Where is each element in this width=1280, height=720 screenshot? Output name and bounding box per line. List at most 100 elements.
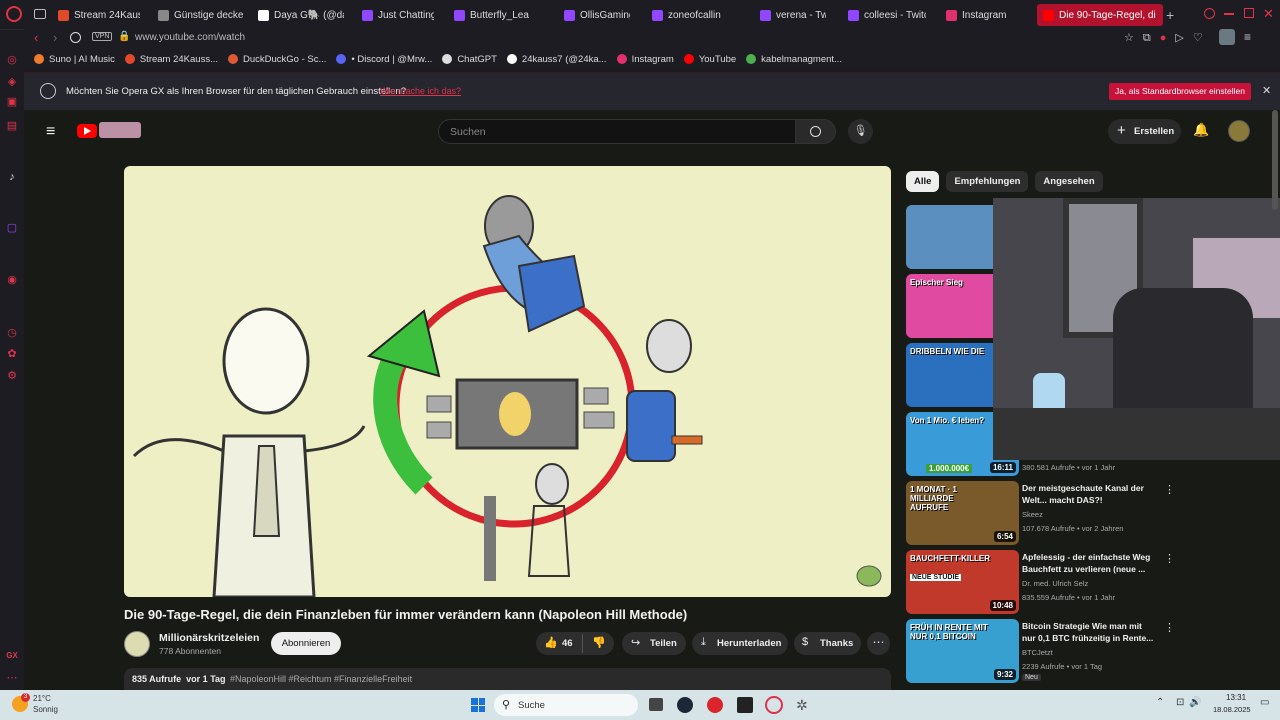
search-button[interactable]	[795, 119, 836, 144]
recommended-title[interactable]: Der meistgeschaute Kanal der Welt... mac…	[1022, 482, 1154, 506]
browser-tab[interactable]: Günstige decken	[152, 4, 244, 26]
browser-tab[interactable]: Butterfly_Lea	[448, 4, 544, 26]
like-icon[interactable]: 👍	[544, 636, 558, 649]
notification-center-icon[interactable]: ▭	[1260, 697, 1269, 708]
bookmark-item[interactable]: DuckDuckGo - Sc...	[228, 54, 326, 65]
maximize-icon[interactable]	[1244, 8, 1254, 18]
app-icon[interactable]	[737, 697, 753, 713]
bookmark-item[interactable]: 24kauss7 (@24ka...	[506, 54, 607, 65]
tray-chevron-icon[interactable]: ⌃	[1156, 697, 1164, 708]
player-icon[interactable]: ▣	[6, 96, 18, 108]
twitch-icon[interactable]: ▢	[6, 222, 18, 234]
create-button[interactable]: + Erstellen	[1108, 119, 1181, 144]
reload-icon[interactable]	[70, 32, 81, 43]
browser-tab[interactable]: Daya G🐘 (@day	[252, 4, 344, 26]
video-thumbnail[interactable]: FRÜH IN RENTE MIT NUR 0,1 BITCOIN 9:32	[906, 619, 1019, 683]
profile-avatar[interactable]	[1219, 29, 1235, 45]
thanks-button[interactable]: $ Thanks	[794, 632, 861, 655]
workspaces-icon[interactable]	[34, 9, 46, 19]
share-button[interactable]: ↪ Teilen	[622, 632, 686, 655]
hashtags[interactable]: #NapoleonHill #Reichtum #FinanzielleFrei…	[230, 674, 412, 684]
opera-logo-icon[interactable]	[6, 6, 22, 22]
recommended-video[interactable]: 1 MONAT · 1 MILLIARDE AUFRUFE 6:54 Der mei…	[906, 481, 1276, 545]
bookmark-item[interactable]: Suno | AI Music	[34, 54, 115, 65]
description-box[interactable]: 835 Aufrufe vor 1 Tag #NapoleonHill #Rei…	[124, 668, 891, 690]
browser-tab[interactable]: colleesi - Twitch	[842, 4, 926, 26]
more-icon[interactable]: ⋯	[6, 672, 18, 684]
video-options-icon[interactable]: ⋮	[1164, 552, 1175, 565]
recommended-title[interactable]: Apfelessig - der einfachste Weg Bauchfet…	[1022, 551, 1154, 575]
video-thumbnail[interactable]: BAUCHFETT-KILLER NEUE STUDIE 10:48	[906, 550, 1019, 614]
toolbar-icons[interactable]: ☆⧉●▷♡	[1124, 31, 1212, 45]
channel-avatar[interactable]	[124, 631, 150, 657]
more-actions-icon[interactable]: ⋯	[867, 632, 890, 655]
browser-tab[interactable]: Instagram	[940, 4, 1020, 26]
filter-chip[interactable]: Empfehlungen	[946, 171, 1029, 192]
forward-icon[interactable]: ›	[53, 30, 57, 45]
close-window-icon[interactable]: ✕	[1263, 6, 1274, 22]
browser-tab[interactable]: Stream 24Kauss	[52, 4, 140, 26]
recommended-video[interactable]: FRÜH IN RENTE MIT NUR 0,1 BITCOIN 9:32 Bit…	[906, 619, 1276, 683]
history-icon[interactable]: ◷	[6, 327, 18, 339]
recommended-channel[interactable]: BTCJetzt	[1022, 648, 1053, 657]
bookmark-item[interactable]: Instagram	[616, 54, 674, 65]
chat-app-icon[interactable]	[707, 697, 723, 713]
clock-time[interactable]: 13:31	[1226, 693, 1246, 702]
messenger-icon[interactable]: ▤	[6, 120, 18, 132]
video-options-icon[interactable]: ⋮	[1164, 483, 1175, 496]
play-circle-icon[interactable]: ◉	[6, 274, 18, 286]
notifications-bell-icon[interactable]: 🔔	[1193, 122, 1209, 138]
search-tabs-icon[interactable]	[1204, 8, 1215, 19]
extensions-icon[interactable]: ✿	[6, 348, 18, 360]
vpn-badge[interactable]: VPN	[92, 32, 113, 41]
browser-tab[interactable]: Just Chatting - T	[356, 4, 434, 26]
new-tab-icon[interactable]: +	[1166, 7, 1174, 23]
download-button[interactable]: ⤓ Herunterladen	[692, 632, 788, 655]
minimize-icon[interactable]	[1224, 13, 1234, 15]
user-avatar[interactable]	[1228, 120, 1250, 142]
browser-tab[interactable]: zoneofcallin	[646, 4, 738, 26]
clock-date[interactable]: 18.08.2025	[1213, 705, 1251, 714]
gx-control-icon[interactable]: ◎	[6, 54, 18, 66]
banner-link[interactable]: Wie mache ich das?	[380, 86, 461, 96]
tiktok-icon[interactable]: ♪	[6, 171, 18, 183]
recommended-title[interactable]: Bitcoin Strategie Wie man mit nur 0,1 BT…	[1022, 620, 1154, 644]
steam-icon[interactable]	[677, 697, 693, 713]
browser-tab[interactable]: OllisGamingW	[558, 4, 630, 26]
banner-close-button[interactable]: ✕	[1262, 84, 1271, 97]
taskbar-search-box[interactable]: ⚲ Suche	[494, 694, 638, 716]
youtube-logo-icon[interactable]	[77, 124, 97, 138]
url-field[interactable]: www.youtube.com/watch	[135, 32, 245, 43]
opera-gx-taskbar-icon[interactable]	[765, 696, 783, 714]
windows-start-icon[interactable]	[471, 698, 485, 712]
bookmark-item[interactable]: • Discord | @Mrw...	[336, 54, 432, 65]
bookmark-item[interactable]: ChatGPT	[442, 54, 497, 65]
recommended-video[interactable]: BAUCHFETT-KILLER NEUE STUDIE 10:48 Apfeless…	[906, 550, 1276, 614]
back-icon[interactable]: ‹	[34, 30, 38, 45]
recommended-channel[interactable]: Skeez	[1022, 510, 1043, 519]
video-options-icon[interactable]: ⋮	[1164, 621, 1175, 634]
bookmark-item[interactable]: kabelmanagment...	[746, 54, 842, 65]
gx-corner-icon[interactable]: ◈	[6, 76, 18, 88]
filter-chip[interactable]: Alle	[906, 171, 940, 192]
video-player[interactable]	[124, 166, 891, 597]
voice-search-icon[interactable]: 🎙	[848, 119, 873, 144]
menu-icon[interactable]: ≡	[1244, 30, 1251, 44]
search-input[interactable]: Suchen	[438, 119, 796, 144]
bookmark-item[interactable]: YouTube	[683, 54, 736, 65]
dislike-icon[interactable]: 👎	[592, 636, 606, 649]
browser-tab[interactable]: verena - Twitc	[754, 4, 826, 26]
tray-icons[interactable]: ⊡🔊	[1176, 697, 1207, 708]
filter-chip[interactable]: Angesehen	[1035, 171, 1103, 192]
set-default-button[interactable]: Ja, als Standardbrowser einstellen	[1109, 83, 1251, 100]
youtube-doodle-logo[interactable]	[99, 122, 141, 138]
browser-tab[interactable]: Die 90-Tage-Regel, di	[1037, 4, 1163, 26]
channel-name[interactable]: Millionärskritzeleien	[159, 632, 259, 644]
settings-icon[interactable]: ⚙	[6, 370, 18, 382]
recommended-channel[interactable]: Dr. med. Ulrich Selz	[1022, 579, 1088, 588]
task-view-icon[interactable]	[649, 698, 663, 711]
bookmark-item[interactable]: Stream 24Kauss...	[124, 54, 218, 65]
page-scrollbar[interactable]	[1272, 110, 1278, 210]
subscribe-button[interactable]: Abonnieren	[271, 632, 341, 655]
video-thumbnail[interactable]: 1 MONAT · 1 MILLIARDE AUFRUFE 6:54	[906, 481, 1019, 545]
